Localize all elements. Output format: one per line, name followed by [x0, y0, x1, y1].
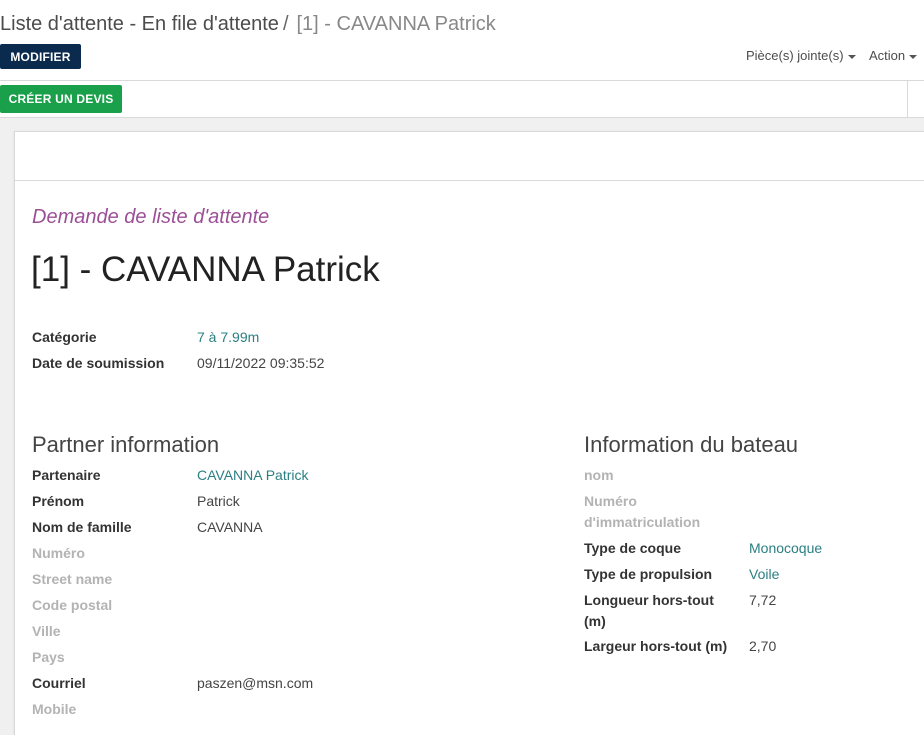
overall-length-label-line1: Longueur hors-tout	[584, 592, 714, 608]
overall-length-label: Longueur hors-tout (m)	[584, 590, 714, 632]
boat-section-title: Information du bateau	[584, 432, 799, 457]
boat-name-label: nom	[584, 467, 614, 483]
email-value: paszen@msn.com	[197, 675, 314, 691]
propulsion-type-label: Type de propulsion	[584, 566, 713, 582]
partner-section-title: Partner information	[32, 432, 220, 457]
chevron-down-icon	[847, 54, 856, 59]
email-label: Courriel	[32, 675, 86, 691]
lastname-label: Nom de famille	[32, 519, 132, 535]
mobile-label: Mobile	[32, 701, 77, 717]
street-name-label: Street name	[32, 571, 113, 587]
propulsion-type-value[interactable]: Voile	[749, 564, 779, 585]
action-dropdown-label: Action	[869, 48, 906, 63]
overall-width-value: 2,70	[749, 638, 777, 654]
page-title: [1] - CAVANNA Patrick	[31, 250, 380, 289]
attachments-dropdown-label: Pièce(s) jointe(s)	[746, 48, 844, 63]
create-quote-button[interactable]: CRÉER UN DEVIS	[0, 85, 122, 113]
postal-code-label: Code postal	[32, 597, 113, 613]
partner-value[interactable]: CAVANNA Patrick	[197, 465, 309, 486]
control-panel: Liste d'attente - En file d'attente / [1] …	[0, 0, 924, 81]
breadcrumb-separator: /	[282, 13, 289, 35]
statusbar-divider	[907, 81, 908, 118]
firstname-label: Prénom	[32, 493, 85, 509]
overall-width-label: Largeur hors-tout (m)	[584, 638, 728, 654]
breadcrumb-current: [1] - CAVANNA Patrick	[296, 13, 496, 35]
registration-number-label-line1: Numéro	[584, 493, 637, 509]
partner-label: Partenaire	[32, 467, 101, 483]
attachments-dropdown[interactable]: Pièce(s) jointe(s)	[746, 48, 856, 63]
registration-number-label: Numéro d'immatriculation	[584, 491, 700, 533]
breadcrumb-parent-link[interactable]: Liste d'attente - En file d'attente	[0, 13, 279, 35]
action-dropdown[interactable]: Action	[869, 48, 918, 63]
submission-date-value: 09/11/2022 09:35:52	[197, 355, 325, 371]
lastname-value: CAVANNA	[197, 519, 263, 535]
city-label: Ville	[32, 623, 61, 639]
edit-button[interactable]: MODIFIER	[0, 44, 81, 69]
category-label: Catégorie	[32, 329, 97, 345]
country-label: Pays	[32, 649, 65, 665]
registration-number-label-line2: d'immatriculation	[584, 514, 701, 530]
number-label: Numéro	[32, 545, 85, 561]
submission-date-label: Date de soumission	[32, 355, 165, 371]
overall-length-value: 7,72	[749, 592, 777, 608]
firstname-value: Patrick	[197, 493, 240, 509]
hull-type-label: Type de coque	[584, 540, 681, 556]
hull-type-value[interactable]: Monocoque	[749, 538, 822, 559]
form-subtitle: Demande de liste d'attente	[32, 206, 270, 228]
form-statusbar: CRÉER UN DEVIS	[0, 81, 924, 118]
breadcrumb: Liste d'attente - En file d'attente / [1] …	[0, 13, 496, 36]
category-value[interactable]: 7 à 7.99m	[197, 327, 259, 348]
sheet-header	[15, 132, 924, 181]
chevron-down-icon	[909, 54, 918, 59]
overall-length-label-line2: (m)	[584, 613, 606, 629]
